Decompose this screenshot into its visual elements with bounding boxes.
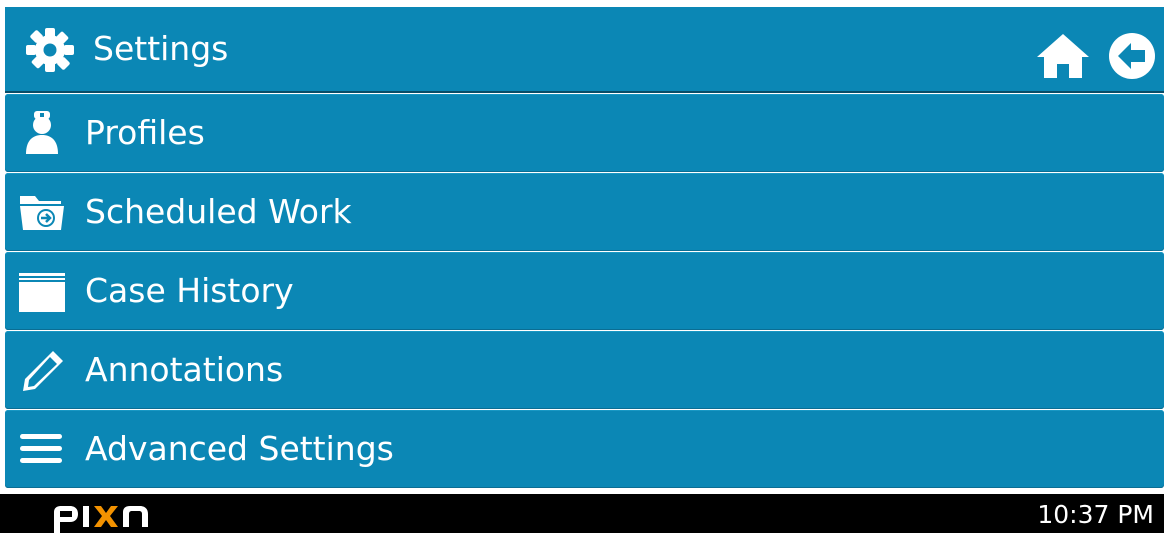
file-box-icon	[19, 273, 65, 312]
pencil-icon	[23, 351, 63, 391]
doctor-profile-icon	[26, 111, 58, 154]
menu-item-case-history[interactable]: Case History	[5, 252, 1164, 330]
menu-item-advanced-settings[interactable]: Advanced Settings	[5, 410, 1164, 488]
menu-item-scheduled-work[interactable]: Scheduled Work	[5, 173, 1164, 251]
settings-screen: Settings Profiles Scheduled Work Case Hi…	[0, 0, 1164, 533]
menu-item-annotations[interactable]: Annotations	[5, 331, 1164, 409]
settings-menu: Profiles Scheduled Work Case History Ann…	[5, 94, 1164, 489]
gear-icon	[26, 28, 74, 72]
home-icon[interactable]	[1035, 30, 1091, 80]
menu-item-profiles[interactable]: Profiles	[5, 94, 1164, 172]
menu-item-label: Profiles	[85, 113, 205, 152]
menu-item-label: Annotations	[85, 350, 284, 389]
back-arrow-icon[interactable]	[1107, 31, 1157, 81]
menu-item-label: Case History	[85, 271, 294, 310]
menu-item-label: Advanced Settings	[85, 429, 394, 468]
hamburger-menu-icon	[20, 434, 62, 463]
status-bar: 10:37 PM	[0, 494, 1164, 533]
pixa-logo	[54, 506, 148, 533]
menu-item-label: Scheduled Work	[85, 192, 352, 231]
header-bar: Settings	[5, 7, 1164, 93]
page-title: Settings	[93, 29, 229, 68]
folder-arrow-icon	[20, 196, 64, 230]
clock: 10:37 PM	[1037, 500, 1154, 529]
